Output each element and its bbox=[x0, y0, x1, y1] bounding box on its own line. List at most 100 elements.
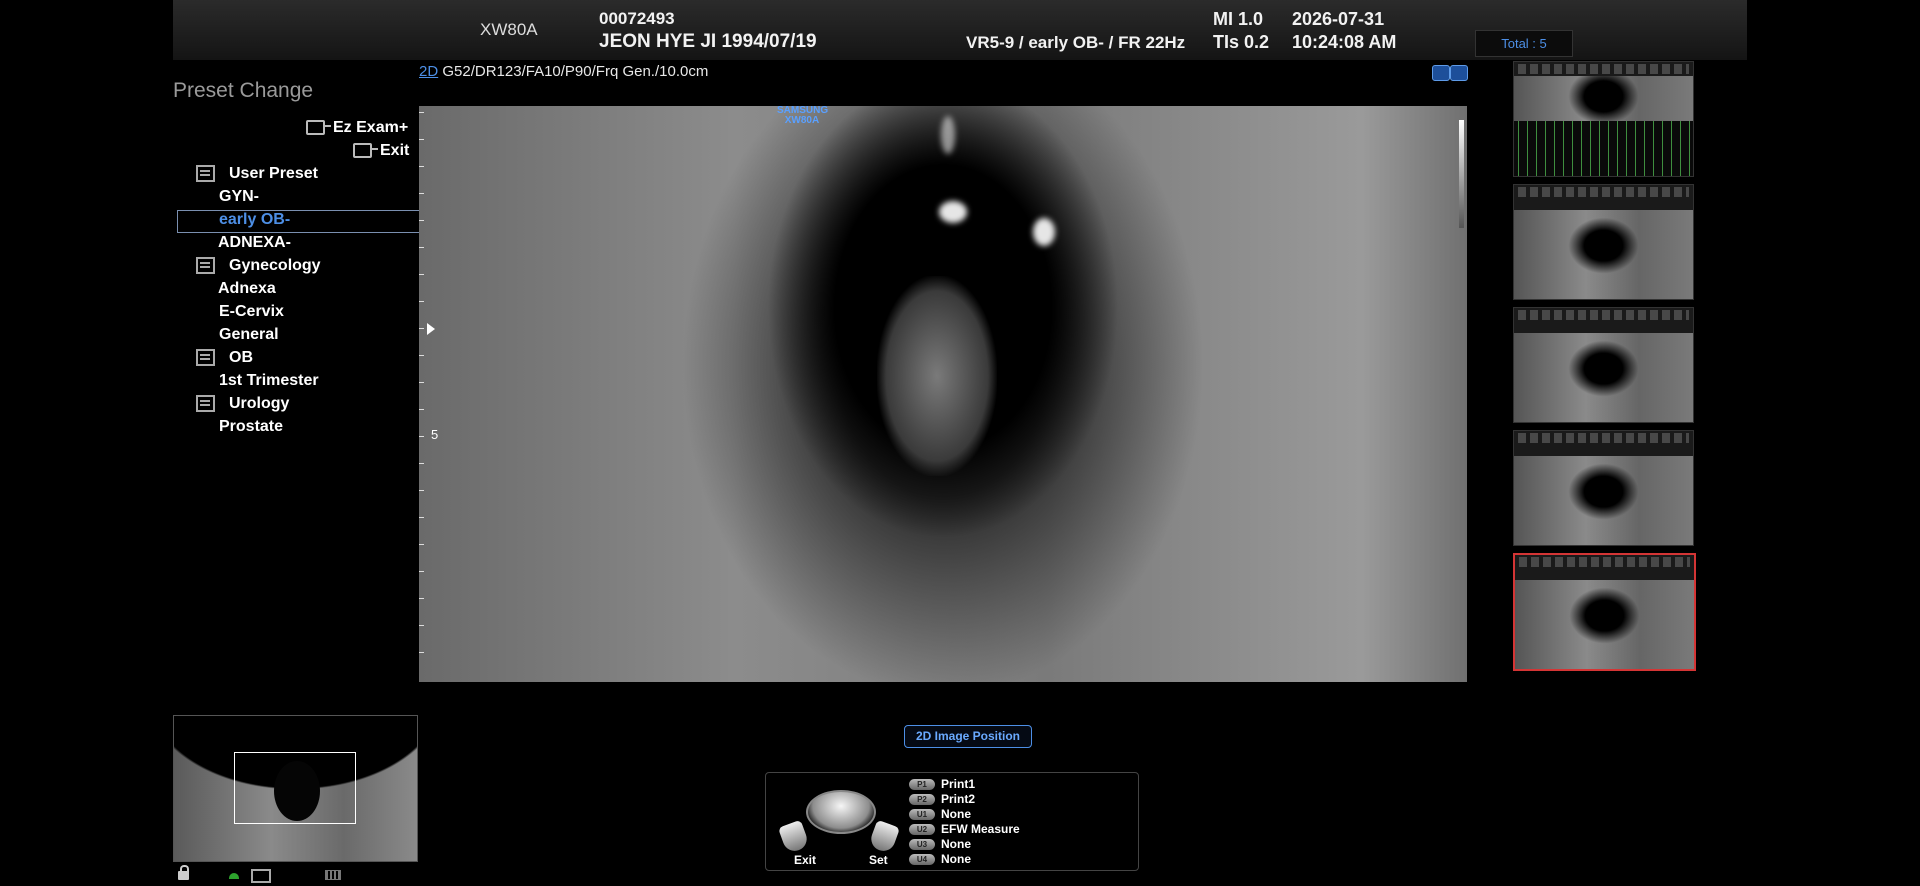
preset-item-early-ob[interactable]: early OB- bbox=[219, 211, 290, 229]
navigator-zoom-box[interactable] bbox=[234, 752, 356, 824]
mechanical-index: MI 1.0 bbox=[1213, 9, 1264, 29]
patient-name: JEON HYE JI 1994/07/19 bbox=[599, 31, 817, 52]
echo-spot bbox=[939, 201, 967, 223]
exit-key-icon[interactable] bbox=[777, 819, 811, 855]
key-label: None bbox=[941, 852, 971, 866]
thumbnail-5-selected[interactable] bbox=[1513, 553, 1696, 671]
ultrasound-image[interactable] bbox=[419, 106, 1467, 682]
exam-time: 10:24:08 AM bbox=[1292, 32, 1397, 52]
group-gynecology[interactable]: Gynecology bbox=[196, 257, 321, 275]
thumb-scan bbox=[1514, 333, 1693, 422]
volume-render-icon[interactable] bbox=[1432, 65, 1450, 81]
group-label: Gynecology bbox=[229, 257, 321, 274]
thumb-header bbox=[1518, 187, 1689, 197]
key-badge: U3 bbox=[909, 839, 935, 851]
exit-preset-button[interactable]: Exit bbox=[353, 142, 409, 160]
preset-item-prostate[interactable]: Prostate bbox=[219, 418, 283, 436]
exit-label: Exit bbox=[380, 142, 410, 159]
thumb-header bbox=[1519, 557, 1690, 567]
preset-item-adnexa[interactable]: ADNEXA- bbox=[218, 234, 291, 252]
set-key-label: Set bbox=[869, 853, 888, 867]
preset-item-gyn[interactable]: GYN- bbox=[219, 188, 259, 206]
key-badge: P2 bbox=[909, 794, 935, 806]
imaging-parameters: 2D G52/DR123/FA10/P90/Frq Gen./10.0cm bbox=[419, 63, 708, 80]
ez-exam-button[interactable]: Ez Exam+ bbox=[306, 119, 408, 137]
volume-render-icon[interactable] bbox=[1450, 65, 1468, 81]
group-label: Urology bbox=[229, 395, 290, 412]
image-navigator[interactable] bbox=[173, 715, 418, 862]
list-icon bbox=[196, 349, 215, 367]
thumb-scan bbox=[1514, 210, 1693, 299]
thumbnail-1[interactable] bbox=[1513, 61, 1694, 177]
thumbnail-2[interactable] bbox=[1513, 184, 1694, 300]
export-icon bbox=[306, 120, 331, 136]
preset-item-1st-trimester[interactable]: 1st Trimester bbox=[219, 372, 319, 390]
key-row-u2[interactable]: U2 EFW Measure bbox=[909, 822, 1020, 836]
key-row-p1[interactable]: P1 Print1 bbox=[909, 777, 975, 791]
focus-marker-icon[interactable] bbox=[427, 323, 435, 335]
thumb-scan bbox=[1515, 580, 1694, 669]
key-badge: P1 bbox=[909, 779, 935, 791]
exam-date: 2026-07-31 bbox=[1292, 9, 1385, 29]
group-label: OB bbox=[229, 349, 253, 366]
params-text: G52/DR123/FA10/P90/Frq Gen./10.0cm bbox=[442, 63, 709, 80]
list-icon bbox=[196, 165, 215, 183]
image-position-label: 2D Image Position bbox=[904, 725, 1032, 748]
key-label: Print2 bbox=[941, 792, 976, 806]
preset-change-title: Preset Change bbox=[173, 79, 314, 102]
thumb-header bbox=[1518, 64, 1689, 74]
keyboard-icon bbox=[325, 870, 341, 880]
echo-spot bbox=[1033, 218, 1055, 246]
key-row-u4[interactable]: U4 None bbox=[909, 852, 971, 866]
control-panel: Exit Set P1 Print1 P2 Print2 U1 None U2 EFW … bbox=[765, 772, 1139, 871]
thumb-header bbox=[1518, 433, 1689, 443]
selected-preset-highlight bbox=[177, 210, 420, 233]
export-icon bbox=[353, 143, 378, 159]
thermal-index: TIs 0.2 bbox=[1213, 32, 1270, 52]
key-label: None bbox=[941, 807, 971, 821]
grayscale-bar bbox=[1459, 120, 1464, 228]
group-user-preset[interactable]: User Preset bbox=[196, 165, 318, 183]
trackball-icon[interactable] bbox=[806, 790, 876, 834]
echo-spot bbox=[941, 116, 955, 154]
key-label: None bbox=[941, 837, 971, 851]
brand-watermark: SAMSUNG XW80A bbox=[777, 106, 828, 126]
depth-scale bbox=[419, 106, 427, 682]
preset-item-general[interactable]: General bbox=[219, 326, 279, 344]
group-label: User Preset bbox=[229, 165, 318, 182]
group-urology[interactable]: Urology bbox=[196, 395, 289, 413]
thumb-header bbox=[1518, 310, 1689, 320]
depth-label: 5 bbox=[431, 427, 439, 442]
probe-preset-readout: VR5-9 / early OB- / FR 22Hz bbox=[966, 33, 1186, 52]
ez-exam-label: Ez Exam+ bbox=[333, 119, 409, 136]
key-badge: U1 bbox=[909, 809, 935, 821]
set-key-icon[interactable] bbox=[867, 819, 901, 855]
network-icon bbox=[229, 873, 239, 879]
exit-key-label: Exit bbox=[794, 853, 817, 867]
key-label: EFW Measure bbox=[941, 822, 1020, 836]
key-badge: U2 bbox=[909, 824, 935, 836]
thumb-doppler-trace bbox=[1514, 121, 1693, 176]
preset-item-adnexa-gyn[interactable]: Adnexa bbox=[218, 280, 276, 298]
mode-2d-label[interactable]: 2D bbox=[419, 63, 438, 80]
lock-icon bbox=[178, 865, 189, 880]
key-row-p2[interactable]: P2 Print2 bbox=[909, 792, 975, 806]
embryo-echo bbox=[877, 276, 997, 476]
total-images-badge: Total : 5 bbox=[1475, 30, 1573, 57]
device-model: XW80A bbox=[480, 20, 538, 39]
preset-item-e-cervix[interactable]: E-Cervix bbox=[219, 303, 284, 321]
key-badge: U4 bbox=[909, 854, 935, 866]
list-icon bbox=[196, 395, 215, 413]
key-row-u1[interactable]: U1 None bbox=[909, 807, 971, 821]
window-icon bbox=[251, 869, 271, 883]
patient-id: 00072493 bbox=[599, 9, 675, 28]
thumbnail-3[interactable] bbox=[1513, 307, 1694, 423]
thumb-scan bbox=[1514, 456, 1693, 545]
brand-line-2: XW80A bbox=[784, 115, 820, 126]
group-ob[interactable]: OB bbox=[196, 349, 253, 367]
key-row-u3[interactable]: U3 None bbox=[909, 837, 971, 851]
key-label: Print1 bbox=[941, 777, 976, 791]
thumbnail-4[interactable] bbox=[1513, 430, 1694, 546]
list-icon bbox=[196, 257, 215, 275]
thumb-scan bbox=[1514, 76, 1693, 128]
